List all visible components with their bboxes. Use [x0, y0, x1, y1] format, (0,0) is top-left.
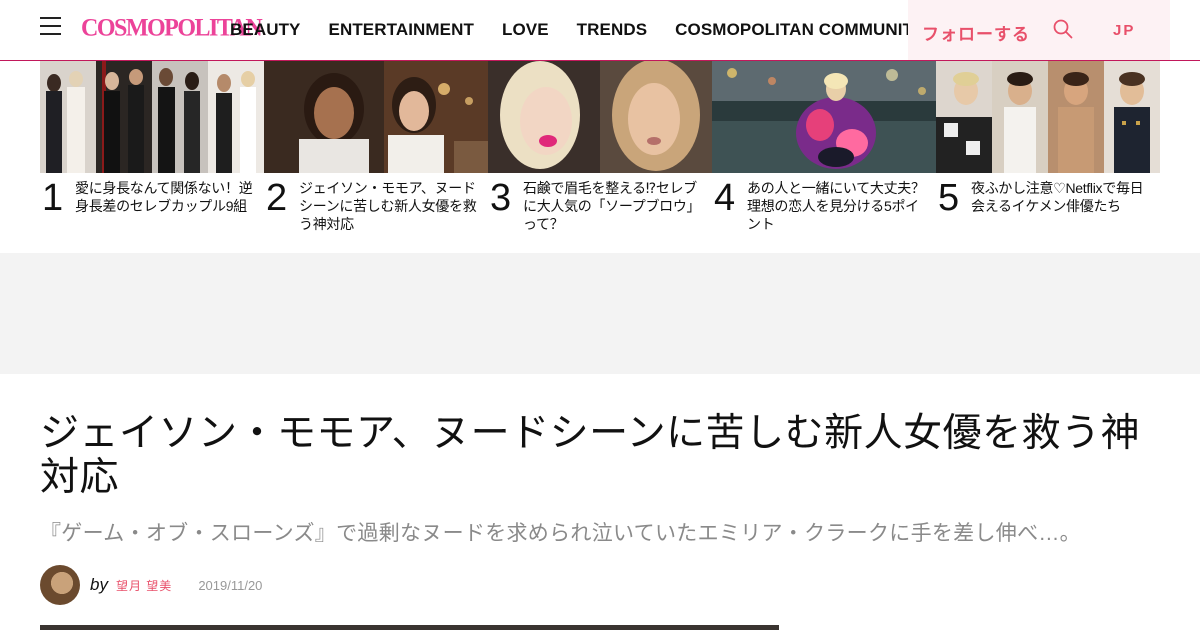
- main-nav: BEAUTY ENTERTAINMENT LOVE TRENDS COSMOPO…: [230, 20, 953, 40]
- trending-title[interactable]: ジェイソン・モモア、ヌードシーンに苦しむ新人女優を救う神対応: [299, 179, 481, 233]
- publish-date: 2019/11/20: [198, 577, 263, 593]
- search-icon[interactable]: [1053, 19, 1073, 39]
- trending-item[interactable]: 5 夜ふかし注意♡Netflixで毎日会えるイケメン俳優たち: [936, 61, 1160, 251]
- trending-title[interactable]: 夜ふかし注意♡Netflixで毎日会えるイケメン俳優たち: [971, 179, 1153, 215]
- trending-rank: 1: [42, 177, 64, 219]
- trending-thumbnail[interactable]: [40, 61, 264, 173]
- trending-title[interactable]: あの人と一緒にいて大丈夫？理想の恋人を見分ける5ポイント: [747, 179, 929, 233]
- trending-thumbnail[interactable]: [264, 61, 488, 173]
- nav-community[interactable]: COSMOPOLITAN COMMUNITY: [675, 20, 924, 40]
- hero-image: [40, 625, 779, 630]
- trending-rank: 3: [490, 177, 512, 219]
- trending-rank: 5: [938, 177, 960, 219]
- ad-banner: [0, 253, 1200, 374]
- site-header: COSMOPOLITAN BEAUTY ENTERTAINMENT LOVE T…: [0, 0, 1200, 61]
- trending-rank: 4: [714, 177, 736, 219]
- author-name[interactable]: 望月 望美: [116, 577, 172, 594]
- trending-thumbnail[interactable]: [712, 61, 936, 173]
- byline: by 望月 望美 2019/11/20: [40, 565, 262, 605]
- article-dek: 『ゲーム・オブ・スローンズ』で過剰なヌードを求められ泣いていたエミリア・クラーク…: [40, 522, 1081, 545]
- nav-trends[interactable]: TRENDS: [577, 20, 648, 40]
- follow-button[interactable]: フォローする: [922, 20, 1030, 45]
- trending-strip: 1 愛に身長なんて関係ない！逆身長差のセレブカップル9組 2 ジェイソン・モモア…: [40, 59, 1160, 251]
- by-label: by: [90, 575, 108, 594]
- trending-title[interactable]: 石鹸で眉毛を整える⁉セレブに大人気の「ソープブロウ」って？: [523, 179, 705, 233]
- nav-beauty[interactable]: BEAUTY: [230, 20, 301, 40]
- trending-rank: 2: [266, 177, 288, 219]
- author-avatar[interactable]: [40, 565, 80, 605]
- menu-icon[interactable]: [40, 17, 61, 35]
- trending-item[interactable]: 4 あの人と一緒にいて大丈夫？理想の恋人を見分ける5ポイント: [712, 61, 936, 251]
- trending-thumbnail[interactable]: [488, 59, 712, 173]
- article-headline: ジェイソン・モモア、ヌードシーンに苦しむ新人女優を救う神対応: [40, 412, 1141, 499]
- trending-item[interactable]: 3 石鹸で眉毛を整える⁉セレブに大人気の「ソープブロウ」って？: [488, 59, 712, 251]
- trending-title[interactable]: 愛に身長なんて関係ない！逆身長差のセレブカップル9組: [75, 179, 257, 215]
- nav-entertainment[interactable]: ENTERTAINMENT: [329, 20, 474, 40]
- trending-item[interactable]: 2 ジェイソン・モモア、ヌードシーンに苦しむ新人女優を救う神対応: [264, 61, 488, 251]
- nav-love[interactable]: LOVE: [502, 20, 549, 40]
- trending-thumbnail[interactable]: [936, 61, 1160, 173]
- edition-selector[interactable]: JP: [1113, 22, 1135, 39]
- trending-item[interactable]: 1 愛に身長なんて関係ない！逆身長差のセレブカップル9組: [40, 61, 264, 251]
